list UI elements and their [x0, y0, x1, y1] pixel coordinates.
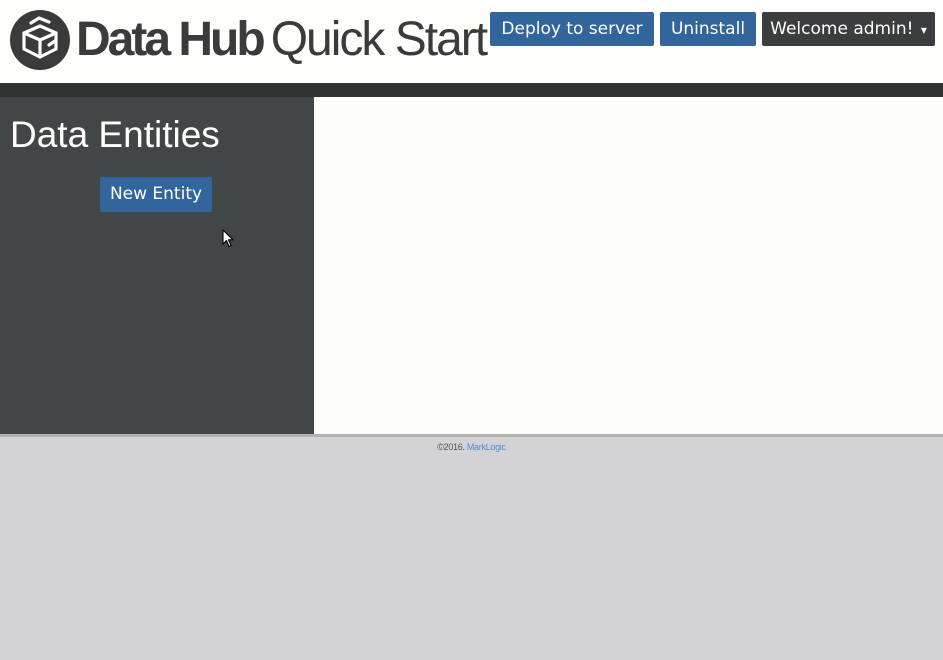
box-logo-icon — [10, 10, 70, 70]
app-header: Data Hub Quick Start Deploy to server Uni… — [0, 0, 943, 83]
footer: ©2016. MarkLogic — [0, 441, 943, 453]
user-menu-button[interactable]: Welcome admin! ▾ — [762, 12, 935, 46]
uninstall-button[interactable]: Uninstall — [660, 12, 756, 46]
deploy-to-server-button[interactable]: Deploy to server — [490, 12, 654, 46]
main-content-panel — [314, 97, 943, 434]
copyright-text: ©2016. — [437, 442, 465, 452]
logo-light-text: Quick Start — [270, 13, 488, 66]
app-logo-text: Data Hub Quick Start — [76, 6, 488, 72]
user-menu-label: Welcome admin! — [770, 19, 914, 39]
caret-down-icon: ▾ — [920, 23, 927, 37]
mouse-pointer-icon — [222, 229, 234, 248]
uninstall-button-label: Uninstall — [670, 19, 746, 39]
marklogic-link[interactable]: MarkLogic — [467, 442, 506, 452]
sidebar-title: Data Entities — [10, 114, 220, 155]
logo-bold-text: Data Hub — [76, 13, 266, 66]
deploy-button-label: Deploy to server — [501, 19, 643, 39]
new-entity-button[interactable]: New Entity — [100, 177, 212, 212]
footer-divider — [0, 434, 943, 437]
nav-bar — [0, 83, 943, 97]
new-entity-button-label: New Entity — [109, 184, 203, 204]
